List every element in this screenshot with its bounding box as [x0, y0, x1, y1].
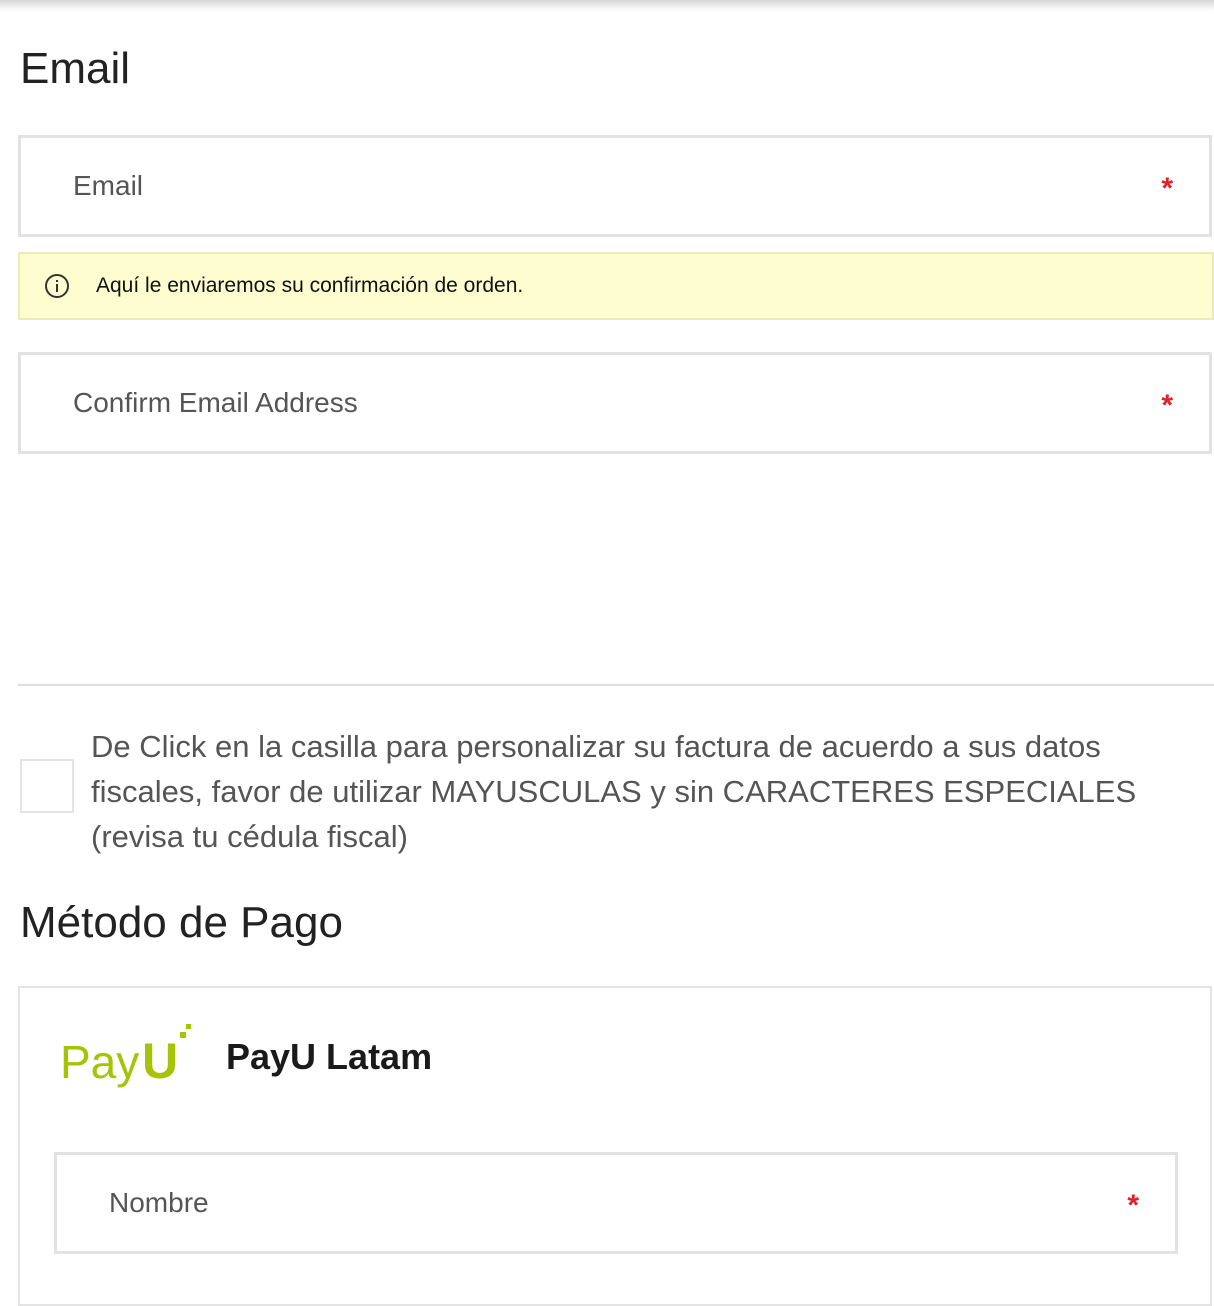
payu-logo-accent: U: [142, 1033, 178, 1089]
payment-section-title: Método de Pago: [20, 898, 343, 947]
name-input[interactable]: [57, 1155, 1175, 1251]
section-divider: [18, 684, 1214, 686]
confirm-email-input[interactable]: [21, 355, 1209, 451]
confirm-email-field-container: *: [18, 352, 1212, 454]
invoice-checkbox-label[interactable]: De Click en la casilla para personalizar…: [91, 724, 1206, 859]
payment-method-panel: Pay U PayU Latam *: [18, 986, 1212, 1306]
info-circle-icon: [45, 274, 69, 298]
name-field-container: *: [54, 1152, 1178, 1254]
invoice-checkbox[interactable]: [20, 759, 74, 813]
top-shadow: [0, 0, 1214, 12]
payu-logo-text: Pay: [60, 1036, 139, 1088]
required-asterisk: *: [1161, 172, 1173, 205]
email-notice: Aquí le enviaremos su confirmación de or…: [18, 252, 1214, 320]
notice-text: Aquí le enviaremos su confirmación de or…: [96, 274, 524, 297]
required-asterisk: *: [1127, 1189, 1139, 1222]
email-section-title: Email: [20, 44, 131, 93]
payu-logo: Pay U: [60, 1024, 191, 1089]
email-input[interactable]: [21, 138, 1209, 234]
email-field-container: *: [18, 135, 1212, 237]
required-asterisk: *: [1161, 389, 1173, 422]
payment-provider-name: PayU Latam: [226, 1036, 433, 1077]
